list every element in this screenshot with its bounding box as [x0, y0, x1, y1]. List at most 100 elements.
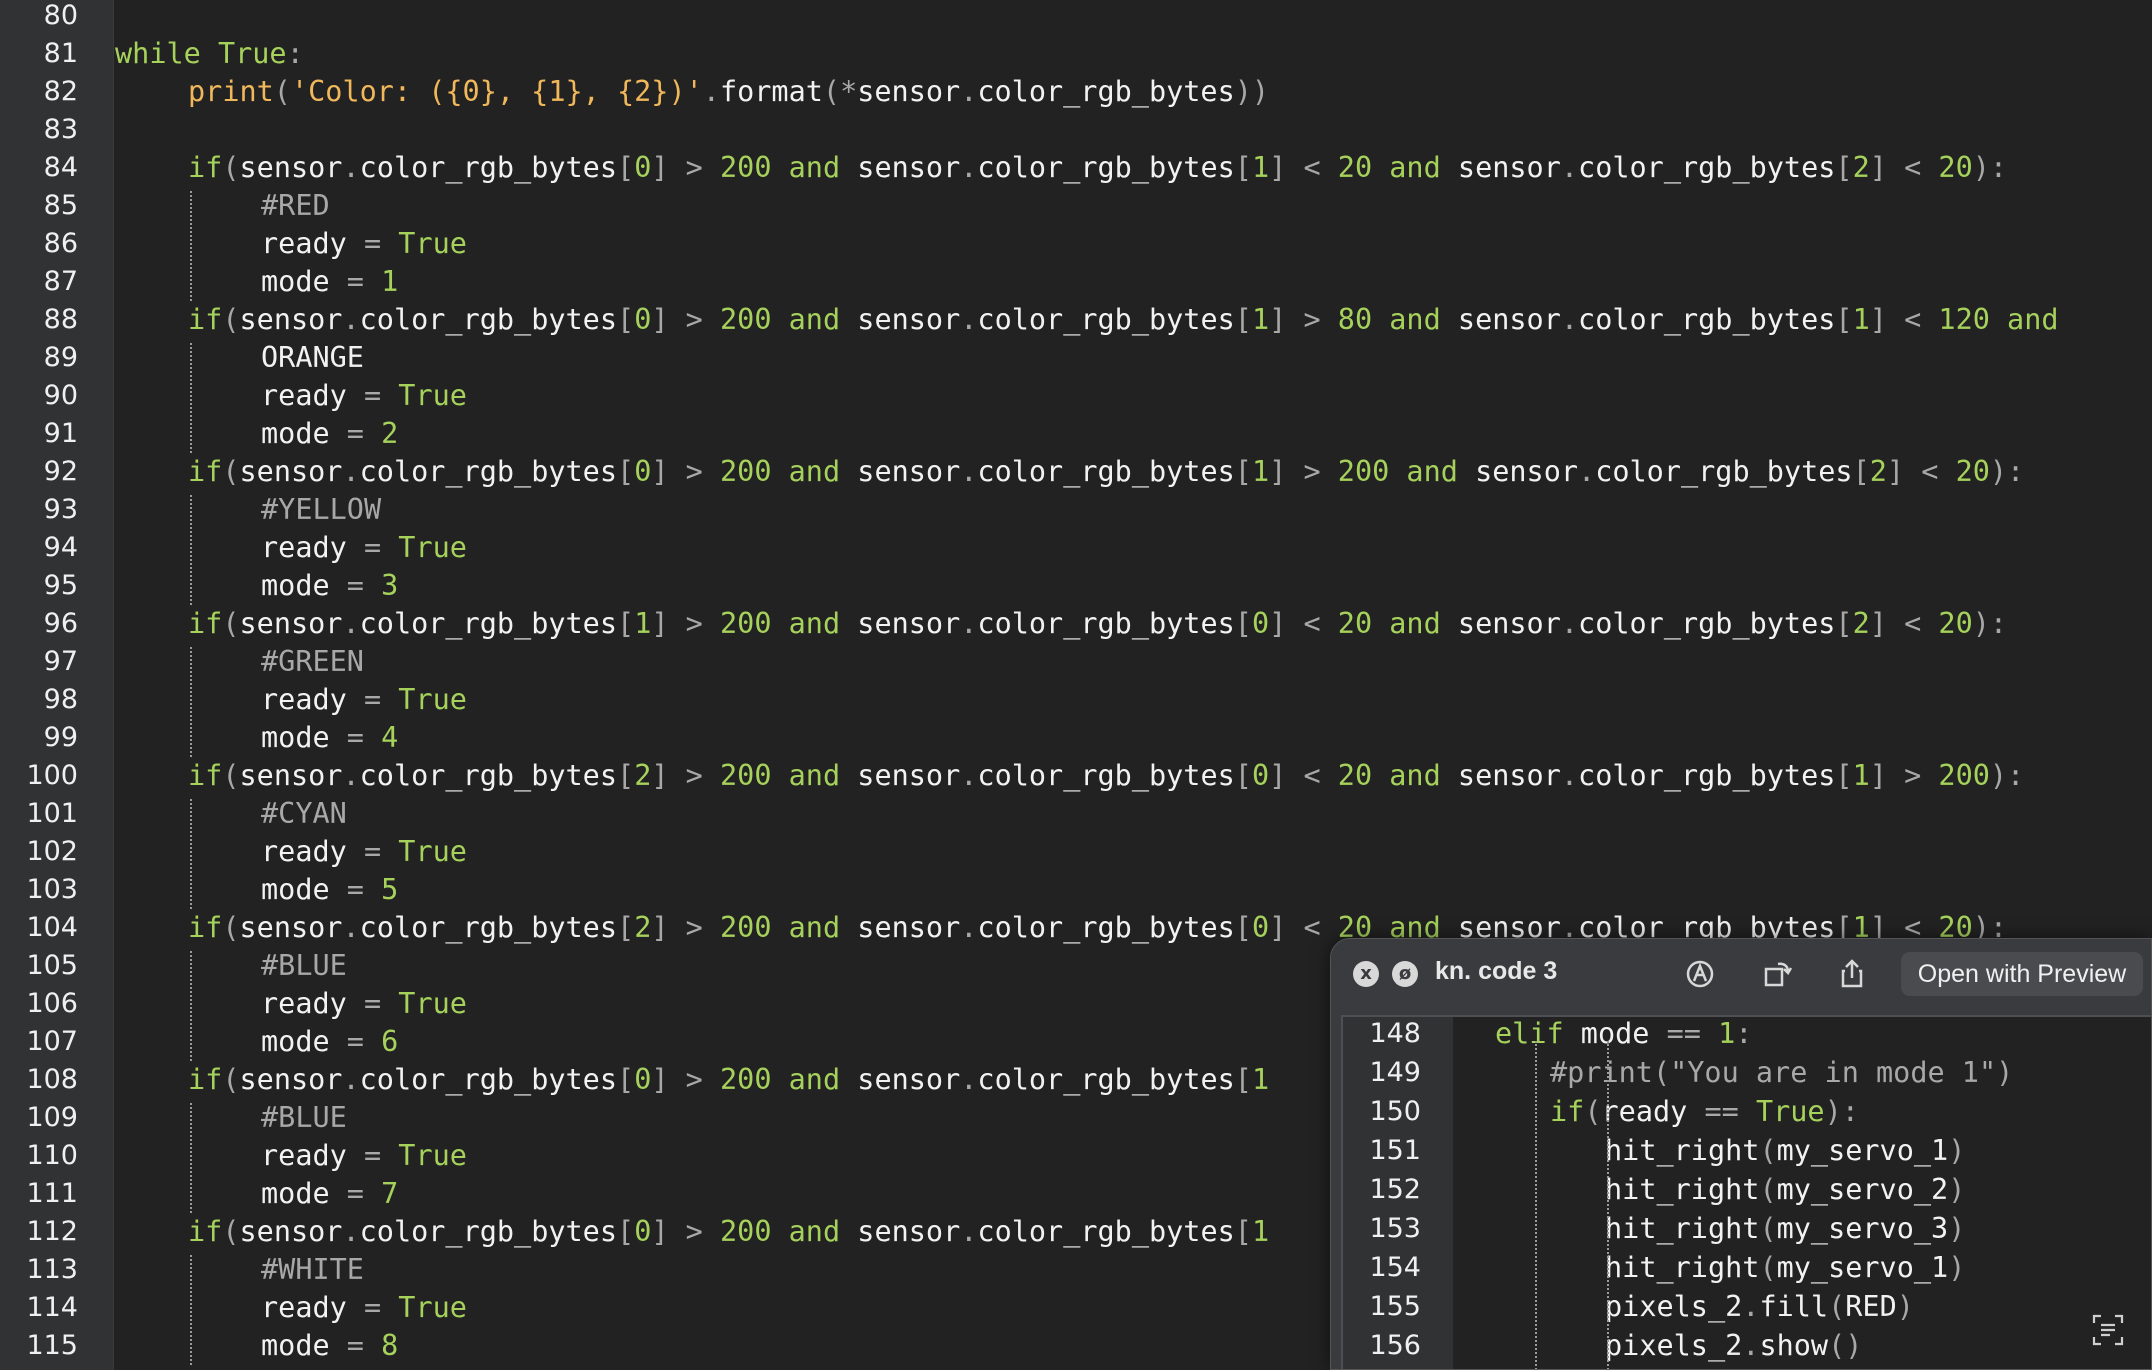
- code-token: 2: [1852, 607, 1870, 640]
- quicklook-titlebar[interactable]: x ø kn. code 3 Open with Preview: [1331, 939, 2151, 1009]
- code-token: #CYAN: [261, 797, 347, 830]
- line-number: 149: [1369, 1057, 1421, 1088]
- code-token: color_rgb_bytes: [1578, 151, 1836, 184]
- code-token: True: [398, 1291, 467, 1324]
- code-token: ] <: [1269, 759, 1338, 792]
- code-token: my_servo_1: [1776, 1134, 1949, 1167]
- code-line: ready = True: [261, 985, 467, 1023]
- code-token: :: [1735, 1017, 1753, 1050]
- code-line: ready = True: [261, 1289, 467, 1327]
- code-token: (: [222, 151, 240, 184]
- code-token: and: [788, 607, 858, 640]
- code-token: sensor: [239, 1063, 343, 1096]
- markup-icon[interactable]: [1681, 955, 1719, 993]
- code-line: ready = True: [261, 833, 467, 871]
- rotate-icon[interactable]: [1758, 955, 1796, 993]
- code-line: mode = 6: [261, 1023, 398, 1061]
- quicklook-preview[interactable]: 148 149 150 151 152 153 154 155 156 elif mode ==…: [1341, 1015, 2151, 1369]
- line-number: 100: [26, 760, 78, 791]
- code-token: [: [1835, 303, 1853, 336]
- code-token: 1: [1852, 303, 1870, 336]
- code-token: 1: [1251, 1063, 1270, 1096]
- code-token: .: [702, 75, 720, 108]
- quicklook-window[interactable]: x ø kn. code 3 Open with Preview 148 149 1…: [1330, 938, 2152, 1370]
- code-token: and: [788, 1215, 858, 1248]
- code-token: sensor: [857, 455, 961, 488]
- code-token: =: [363, 987, 399, 1020]
- line-number: 151: [1369, 1135, 1421, 1166]
- code-line: ready = True: [261, 377, 467, 415]
- line-number: 155: [1369, 1291, 1421, 1322]
- code-line: elif mode == 1:: [1495, 1017, 1753, 1053]
- code-token: 0: [634, 455, 652, 488]
- code-token: 200: [1938, 759, 1990, 792]
- code-token: 1: [634, 607, 652, 640]
- code-token: sensor: [1457, 303, 1561, 336]
- code-token: pixels_2: [1605, 1329, 1743, 1362]
- code-line: hit_right(my_servo_1): [1605, 1131, 1965, 1170]
- code-token: (: [1759, 1212, 1777, 1245]
- code-token: =: [346, 569, 382, 602]
- fullscreen-icon[interactable]: ø: [1392, 961, 1418, 987]
- code-token: .: [1560, 759, 1579, 792]
- code-line: #YELLOW: [261, 491, 381, 529]
- line-number: 106: [26, 988, 78, 1019]
- code-token: 200: [720, 1215, 789, 1248]
- code-token: my_servo_1: [1776, 1251, 1949, 1284]
- code-token: 20: [1955, 455, 1990, 488]
- code-token: format: [719, 75, 823, 108]
- code-token: ):: [1824, 1095, 1859, 1128]
- code-line: ready = True: [261, 1137, 467, 1175]
- code-token: .: [342, 1063, 360, 1096]
- line-number: 152: [1369, 1174, 1421, 1205]
- line-number: 84: [43, 152, 78, 183]
- code-token: 0: [1251, 759, 1270, 792]
- code-token: .: [342, 303, 360, 336]
- code-token: .: [960, 455, 978, 488]
- close-icon[interactable]: x: [1353, 961, 1379, 987]
- code-token: sensor: [857, 607, 961, 640]
- code-token: mode: [261, 873, 347, 906]
- code-token: 2: [634, 759, 652, 792]
- code-token: mode: [261, 569, 347, 602]
- code-token: ready: [261, 531, 364, 564]
- code-token: [: [1234, 1063, 1252, 1096]
- code-token: True: [398, 379, 467, 412]
- line-number: 156: [1369, 1330, 1421, 1361]
- code-token: color_rgb_bytes: [1578, 303, 1836, 336]
- line-number: 89: [43, 342, 78, 373]
- code-token: and: [1389, 303, 1458, 336]
- code-token: 20: [1938, 151, 1973, 184]
- code-token: [: [1835, 759, 1853, 792]
- code-token: print: [188, 75, 274, 108]
- code-token: ] <: [1869, 607, 1939, 640]
- code-token: color_rgb_bytes: [977, 607, 1235, 640]
- live-text-icon[interactable]: [2091, 1313, 2125, 1347]
- code-token: .: [960, 303, 978, 336]
- code-token: True: [398, 1139, 467, 1172]
- line-number: 97: [43, 646, 78, 677]
- quicklook-title: kn. code 3: [1435, 957, 1558, 985]
- line-number: 95: [43, 570, 78, 601]
- share-icon[interactable]: [1833, 955, 1871, 993]
- code-token: .: [1560, 303, 1579, 336]
- code-token: .: [960, 1215, 978, 1248]
- code-token: hit_right: [1605, 1173, 1760, 1206]
- code-token: 2: [634, 911, 652, 944]
- code-token: .: [960, 1063, 978, 1096]
- code-token: [: [1835, 151, 1853, 184]
- code-token: ):: [1972, 151, 2008, 184]
- code-token: ready: [261, 683, 364, 716]
- code-token: [: [617, 455, 635, 488]
- open-with-preview-button[interactable]: Open with Preview: [1901, 952, 2143, 996]
- code-token: and: [788, 151, 858, 184]
- code-token: True: [398, 835, 467, 868]
- code-token: [: [617, 759, 635, 792]
- line-number: 93: [43, 494, 78, 525]
- code-token: ready: [261, 1291, 364, 1324]
- code-token: (: [222, 455, 240, 488]
- code-token: 4: [381, 721, 399, 754]
- code-line: #BLUE: [261, 947, 347, 985]
- code-token: if: [188, 151, 223, 184]
- code-token: sensor: [857, 303, 961, 336]
